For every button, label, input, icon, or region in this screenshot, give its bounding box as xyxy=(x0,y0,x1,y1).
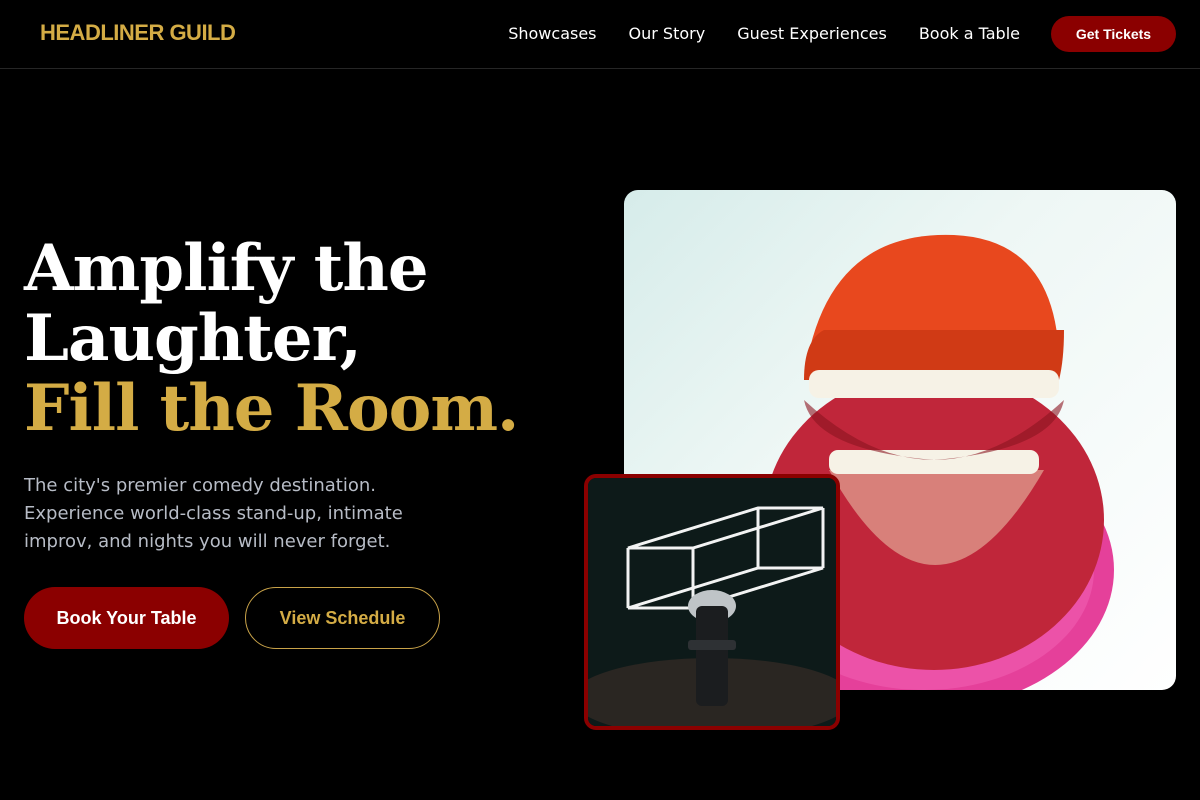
get-tickets-button[interactable]: Get Tickets xyxy=(1051,16,1176,52)
hero-title-line-1: Amplify the xyxy=(24,231,429,306)
nav-link-showcases[interactable]: Showcases xyxy=(508,24,596,43)
brand-logo[interactable]: HEADLINER GUILD xyxy=(40,20,236,46)
hero-title: Amplify the Laughter, Fill the Room. xyxy=(24,231,519,446)
nav-link-book-a-table[interactable]: Book a Table xyxy=(919,24,1020,43)
hero-description: The city's premier comedy destination. E… xyxy=(24,475,403,552)
microphone-neon-illustration xyxy=(588,478,836,726)
nav-link-guest-experiences[interactable]: Guest Experiences xyxy=(737,24,887,43)
nav-links: Showcases Our Story Guest Experiences Bo… xyxy=(508,24,1020,43)
nav-link-our-story[interactable]: Our Story xyxy=(629,24,706,43)
view-schedule-button[interactable]: View Schedule xyxy=(245,587,440,649)
hero-title-line-2: Laughter, xyxy=(24,301,362,376)
top-nav: HEADLINER GUILD Showcases Our Story Gues… xyxy=(0,0,1200,69)
book-your-table-button[interactable]: Book Your Table xyxy=(24,587,229,649)
hero-inset-image xyxy=(584,474,840,730)
hero-title-line-3: Fill the Room. xyxy=(24,371,519,446)
